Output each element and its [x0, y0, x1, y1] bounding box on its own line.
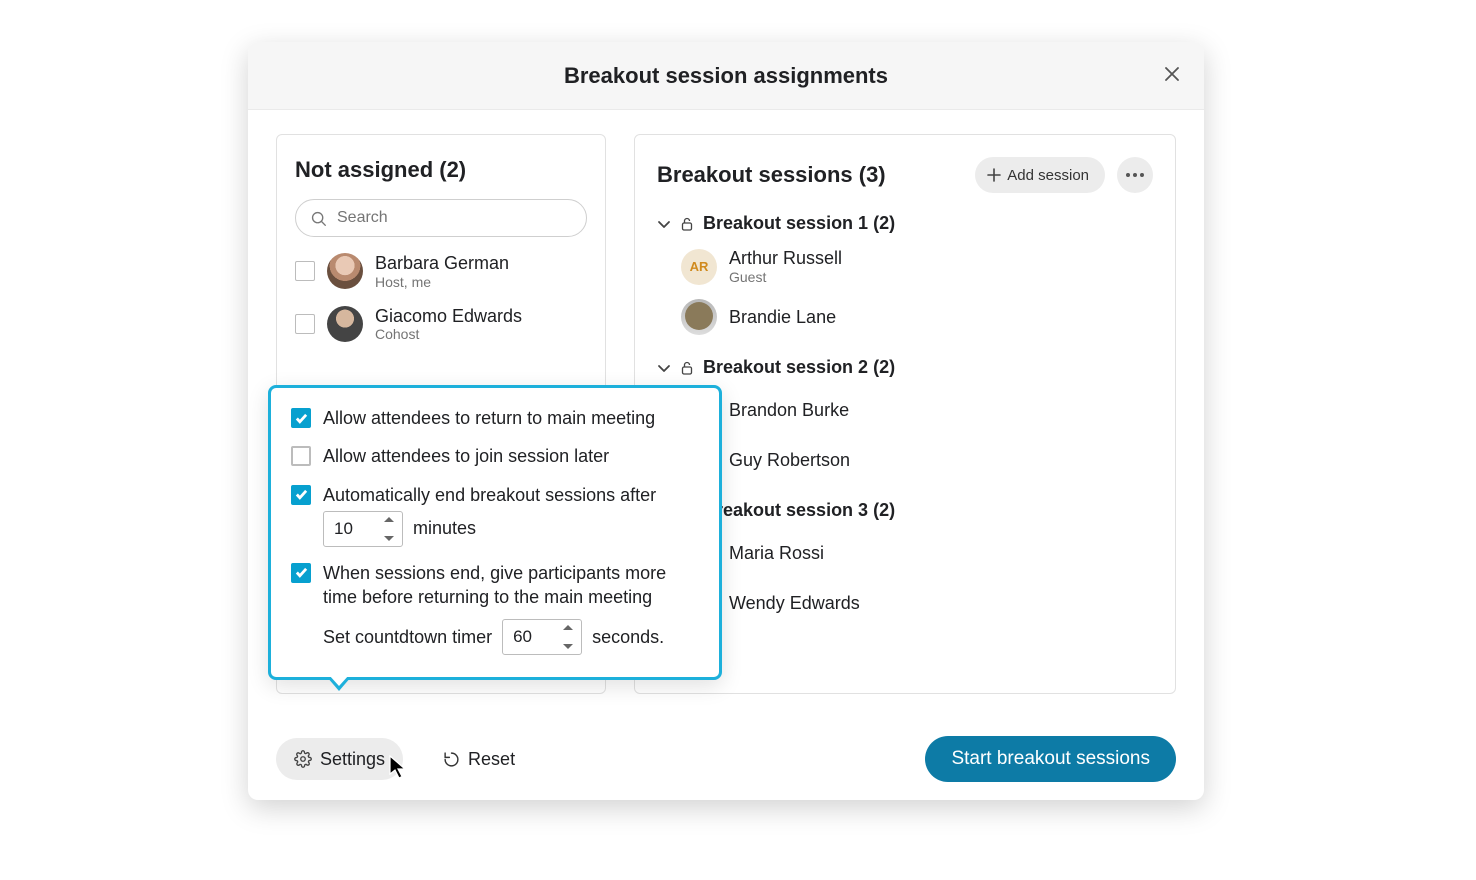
search-icon — [310, 210, 327, 227]
chevron-down-icon — [563, 642, 573, 650]
member-name: Arthur Russell — [729, 248, 842, 269]
dialog-title: Breakout session assignments — [564, 63, 888, 89]
seconds-label: seconds. — [592, 627, 664, 648]
session-title: Breakout session 3 (2) — [703, 500, 895, 521]
unassigned-user-row[interactable]: Barbara German Host, me — [295, 253, 587, 290]
session-title: Breakout session 1 (2) — [703, 213, 895, 234]
plus-icon — [987, 168, 1001, 182]
session-member[interactable]: Maria Rossi — [657, 535, 1153, 571]
member-name: Brandon Burke — [729, 400, 849, 421]
unassigned-user-row[interactable]: Giacomo Edwards Cohost — [295, 306, 587, 343]
checkbox[interactable] — [291, 563, 311, 583]
session-member[interactable]: Brandie Lane — [657, 299, 1153, 335]
close-button[interactable] — [1158, 60, 1186, 88]
dialog-header: Breakout session assignments — [248, 42, 1204, 110]
unlock-icon — [681, 217, 693, 231]
avatar — [327, 306, 363, 342]
member-name: Wendy Edwards — [729, 593, 860, 614]
minutes-label: minutes — [413, 518, 476, 539]
option-more-time[interactable]: When sessions end, give participants mor… — [291, 561, 699, 610]
reset-icon — [443, 751, 460, 768]
member-name: Guy Robertson — [729, 450, 850, 471]
session-member[interactable]: Brandon Burke — [657, 392, 1153, 428]
countdown-prefix: Set countdtown timer — [323, 627, 492, 648]
search-input[interactable] — [335, 208, 572, 228]
minutes-value: 10 — [334, 519, 353, 539]
gear-icon — [294, 750, 312, 768]
session-header[interactable]: Breakout session 1 (2) — [657, 213, 1153, 234]
sessions-header: Breakout sessions (3) Add session — [657, 157, 1153, 193]
checkbox[interactable] — [291, 485, 311, 505]
option-join-later[interactable]: Allow attendees to join session later — [291, 444, 699, 468]
chevron-down-icon — [657, 361, 671, 375]
seconds-stepper[interactable]: 60 — [502, 619, 582, 655]
checkbox[interactable] — [291, 446, 311, 466]
not-assigned-title: Not assigned (2) — [295, 157, 587, 183]
add-session-label: Add session — [1007, 167, 1089, 184]
more-options-button[interactable] — [1117, 157, 1153, 193]
session-member[interactable]: Guy Robertson — [657, 442, 1153, 478]
chevron-down-icon — [657, 217, 671, 231]
sessions-list: Breakout session 1 (2) AR Arthur Russell… — [657, 205, 1153, 621]
option-label: Allow attendees to join session later — [323, 444, 609, 468]
option-label: When sessions end, give participants mor… — [323, 561, 699, 610]
sessions-title: Breakout sessions (3) — [657, 162, 886, 188]
option-return-main[interactable]: Allow attendees to return to main meetin… — [291, 406, 699, 430]
chevron-up-icon — [384, 516, 394, 524]
user-checkbox[interactable] — [295, 314, 315, 334]
settings-button[interactable]: Settings — [276, 738, 403, 780]
user-checkbox[interactable] — [295, 261, 315, 281]
avatar — [327, 253, 363, 289]
search-field[interactable] — [295, 199, 587, 237]
option-label: Allow attendees to return to main meetin… — [323, 406, 655, 430]
minutes-stepper[interactable]: 10 — [323, 511, 403, 547]
dialog-footer: Settings Reset Start breakout sessions — [248, 718, 1204, 800]
start-breakout-button[interactable]: Start breakout sessions — [925, 736, 1176, 782]
settings-popover: Allow attendees to return to main meetin… — [268, 385, 722, 680]
minutes-row: 10 minutes — [323, 511, 699, 547]
avatar — [681, 299, 717, 335]
close-icon — [1165, 67, 1179, 81]
add-session-button[interactable]: Add session — [975, 157, 1105, 193]
stepper-arrows[interactable] — [384, 516, 396, 542]
dots-icon — [1126, 173, 1130, 177]
stepper-arrows[interactable] — [563, 624, 575, 650]
settings-label: Settings — [320, 749, 385, 770]
session-header[interactable]: Breakout session 2 (2) — [657, 357, 1153, 378]
user-role: Cohost — [375, 326, 522, 342]
seconds-value: 60 — [513, 627, 532, 647]
member-name: Maria Rossi — [729, 543, 824, 564]
option-label: Automatically end breakout sessions afte… — [323, 483, 656, 507]
user-name: Giacomo Edwards — [375, 306, 522, 327]
reset-button[interactable]: Reset — [425, 738, 533, 780]
checkbox[interactable] — [291, 408, 311, 428]
start-label: Start breakout sessions — [951, 748, 1150, 770]
member-name: Brandie Lane — [729, 307, 836, 328]
session-title: Breakout session 2 (2) — [703, 357, 895, 378]
user-name: Barbara German — [375, 253, 509, 274]
reset-label: Reset — [468, 749, 515, 770]
chevron-down-icon — [384, 534, 394, 542]
avatar-initials: AR — [681, 249, 717, 285]
member-role: Guest — [729, 269, 842, 285]
countdown-row: Set countdtown timer 60 seconds. — [323, 619, 699, 655]
option-auto-end[interactable]: Automatically end breakout sessions afte… — [291, 483, 699, 507]
session-member[interactable]: AR Arthur Russell Guest — [657, 248, 1153, 285]
unlock-icon — [681, 361, 693, 375]
session-member[interactable]: Wendy Edwards — [657, 585, 1153, 621]
user-role: Host, me — [375, 274, 509, 290]
unassigned-list: Barbara German Host, me Giacomo Edwards … — [295, 253, 587, 342]
chevron-up-icon — [563, 624, 573, 632]
session-header[interactable]: Breakout session 3 (2) — [657, 500, 1153, 521]
